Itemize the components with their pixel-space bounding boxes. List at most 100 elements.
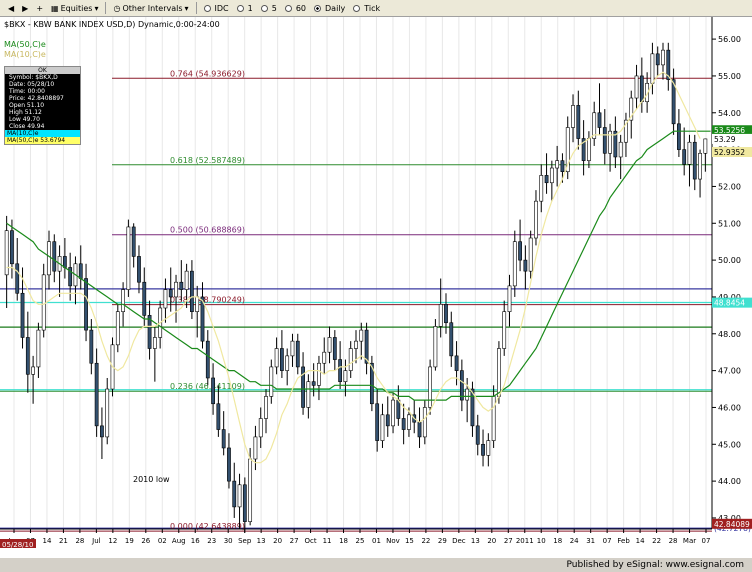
candle-body: [179, 281, 184, 290]
candle-body: [190, 270, 194, 312]
candle-body: [343, 370, 348, 382]
candle-body: [78, 263, 83, 279]
chevron-down-icon: ▾: [184, 3, 189, 13]
candle-body: [142, 281, 147, 316]
y-tick-label: 48.00: [718, 330, 741, 339]
candle-body: [449, 322, 454, 357]
candlestick-chart[interactable]: 0.764 (54.936629) 0.618 (52.587489) 0.500 …: [0, 17, 752, 558]
candle-body: [227, 447, 231, 482]
back-button[interactable]: ◀: [4, 1, 18, 16]
radio-icon: [284, 4, 292, 12]
interval-tick[interactable]: Tick: [349, 1, 384, 16]
candle-body: [475, 425, 480, 445]
price-tag-label: 52.9352: [714, 148, 745, 157]
candle-body: [560, 160, 565, 173]
candle-body: [497, 348, 501, 397]
annotation-2010-low: 2010 low: [133, 475, 170, 484]
candle-body: [618, 141, 623, 158]
candle-body: [391, 399, 395, 427]
candle-body: [4, 230, 9, 276]
forward-button[interactable]: ▶: [18, 1, 32, 16]
candle-body: [571, 105, 575, 128]
candle-body: [539, 175, 544, 202]
candle-body: [274, 348, 279, 368]
data-time: Time: 00:00: [9, 88, 45, 95]
candle-body: [52, 241, 57, 272]
candle-body: [36, 329, 41, 368]
interval-idc[interactable]: IDC: [200, 1, 233, 16]
x-tick-label: 13: [257, 537, 266, 545]
radio-icon: [236, 4, 244, 12]
fib-label: 0.618 (52.587489): [170, 156, 245, 165]
candle-body: [518, 241, 522, 261]
data-date: Date: 05/28/10: [9, 81, 55, 88]
candle-body: [444, 304, 448, 324]
candle-body: [264, 396, 268, 419]
x-tick-label: 2011: [516, 537, 534, 545]
x-tick-label: 27: [290, 537, 299, 545]
x-tick-label: Nov: [386, 537, 400, 545]
candle-body: [332, 337, 337, 360]
candle-body: [168, 289, 173, 298]
x-tick-label: 26: [141, 537, 150, 545]
chart-window: { "toolbar": { "menu_equities": "Equitie…: [0, 0, 752, 572]
x-tick-label: Dec: [452, 537, 466, 545]
y-tick-label: 50.00: [718, 256, 741, 265]
toolbar-separator: [105, 2, 107, 14]
x-tick-label: 24: [570, 537, 579, 545]
interval-daily[interactable]: Daily: [310, 1, 349, 16]
equities-menu[interactable]: ▦ Equities ▾: [47, 1, 102, 16]
x-tick-label: 18: [339, 537, 348, 545]
other-intervals-menu[interactable]: ◷ Other Intervals ▾: [109, 1, 192, 16]
candle-body: [195, 296, 200, 312]
candle-body: [549, 167, 554, 184]
interval-1[interactable]: 1: [233, 1, 257, 16]
candle-body: [290, 340, 295, 357]
candle-body: [486, 440, 491, 456]
toolbar: ◀ ▶ + ▦ Equities ▾ ◷ Other Intervals ▾ IDC 1…: [0, 0, 752, 17]
x-tick-label: 13: [471, 537, 480, 545]
candle-body: [348, 348, 353, 371]
candle-body: [311, 381, 316, 386]
y-tick-label: 46.00: [718, 403, 741, 412]
x-tick-label: 02: [158, 537, 167, 545]
add-button[interactable]: +: [32, 1, 47, 16]
candle-body: [534, 200, 538, 239]
x-tick-label: 11: [323, 537, 332, 545]
candle-body: [692, 141, 697, 180]
y-tick-label: 55.00: [718, 72, 741, 81]
interval-5[interactable]: 5: [257, 1, 281, 16]
candle-body: [454, 355, 459, 371]
candle-body: [126, 226, 131, 290]
fib-label: 0.000 (42.643889): [170, 522, 245, 531]
candle-body: [115, 311, 120, 346]
y-tick-label: 45.00: [718, 440, 741, 449]
x-tick-label: 14: [42, 537, 51, 545]
y-tick-label: 56.00: [718, 35, 741, 44]
candle-body: [216, 403, 221, 430]
radio-icon: [203, 4, 211, 12]
candle-body: [634, 75, 639, 99]
interval-60[interactable]: 60: [281, 1, 310, 16]
data-symbol: Symbol: $BKX,D: [9, 74, 58, 81]
y-tick-label: 52.00: [718, 182, 741, 191]
candle-body: [502, 311, 507, 349]
x-tick-label: 12: [108, 537, 117, 545]
y-tick-label: 44.00: [718, 477, 741, 486]
candle-body: [253, 436, 258, 460]
price-tag-label: 53.29: [714, 135, 736, 144]
candle-body: [94, 362, 99, 427]
candle-body: [10, 230, 14, 265]
publisher-credit: Published by eSignal: www.esignal.com: [566, 560, 744, 570]
y-tick-label: 54.00: [718, 109, 741, 118]
price-tag-label: 53.5256: [714, 126, 745, 135]
candle-body: [385, 414, 390, 427]
candle-body: [20, 292, 25, 338]
x-tick-label: 28: [669, 537, 678, 545]
ma10-legend: MA(10,C)e: [4, 50, 46, 59]
x-tick-label: 21: [59, 537, 68, 545]
candle-body: [481, 443, 485, 456]
fib-label: 0.500 (50.688869): [170, 226, 245, 235]
plot-area: [0, 17, 712, 529]
candle-body: [428, 366, 432, 408]
